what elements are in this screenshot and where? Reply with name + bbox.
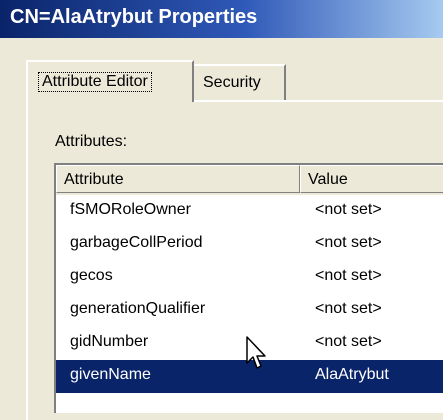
attributes-label: Attributes: bbox=[55, 133, 128, 150]
attribute-value: <not set> bbox=[315, 234, 382, 251]
attribute-name: givenName bbox=[70, 366, 151, 383]
attribute-value: <not set> bbox=[315, 300, 382, 317]
arrow-cursor-icon bbox=[246, 336, 266, 369]
attributes-list[interactable]: Attribute Value fSMORoleOwner <not set> … bbox=[54, 163, 443, 413]
attribute-name: gecos bbox=[70, 267, 113, 284]
attribute-name: fSMORoleOwner bbox=[70, 201, 191, 218]
tab-security[interactable]: Security bbox=[194, 64, 286, 100]
list-row[interactable]: garbageCollPeriod <not set> bbox=[56, 228, 443, 261]
attribute-value: <not set> bbox=[315, 201, 382, 218]
tab-security-label: Security bbox=[203, 74, 261, 91]
title-bar[interactable]: CN=AlaAtrybut Properties bbox=[0, 0, 443, 38]
attribute-value: <not set> bbox=[315, 267, 382, 284]
list-row[interactable]: fSMORoleOwner <not set> bbox=[56, 195, 443, 228]
window-title: CN=AlaAtrybut Properties bbox=[10, 6, 258, 28]
attribute-name: garbageCollPeriod bbox=[70, 234, 203, 251]
column-header-attribute[interactable]: Attribute bbox=[56, 165, 300, 193]
list-row[interactable]: gecos <not set> bbox=[56, 261, 443, 294]
list-header: Attribute Value bbox=[56, 165, 443, 195]
tab-attribute-editor[interactable]: Attribute Editor bbox=[26, 60, 194, 102]
attribute-name: gidNumber bbox=[70, 333, 149, 350]
column-header-value[interactable]: Value bbox=[300, 165, 443, 193]
attribute-value: AlaAtrybut bbox=[315, 366, 389, 383]
list-row[interactable]: generationQualifier <not set> bbox=[56, 294, 443, 327]
tab-attribute-editor-label: Attribute Editor bbox=[38, 72, 152, 92]
attribute-name: generationQualifier bbox=[70, 300, 206, 317]
attribute-value: <not set> bbox=[315, 333, 382, 350]
